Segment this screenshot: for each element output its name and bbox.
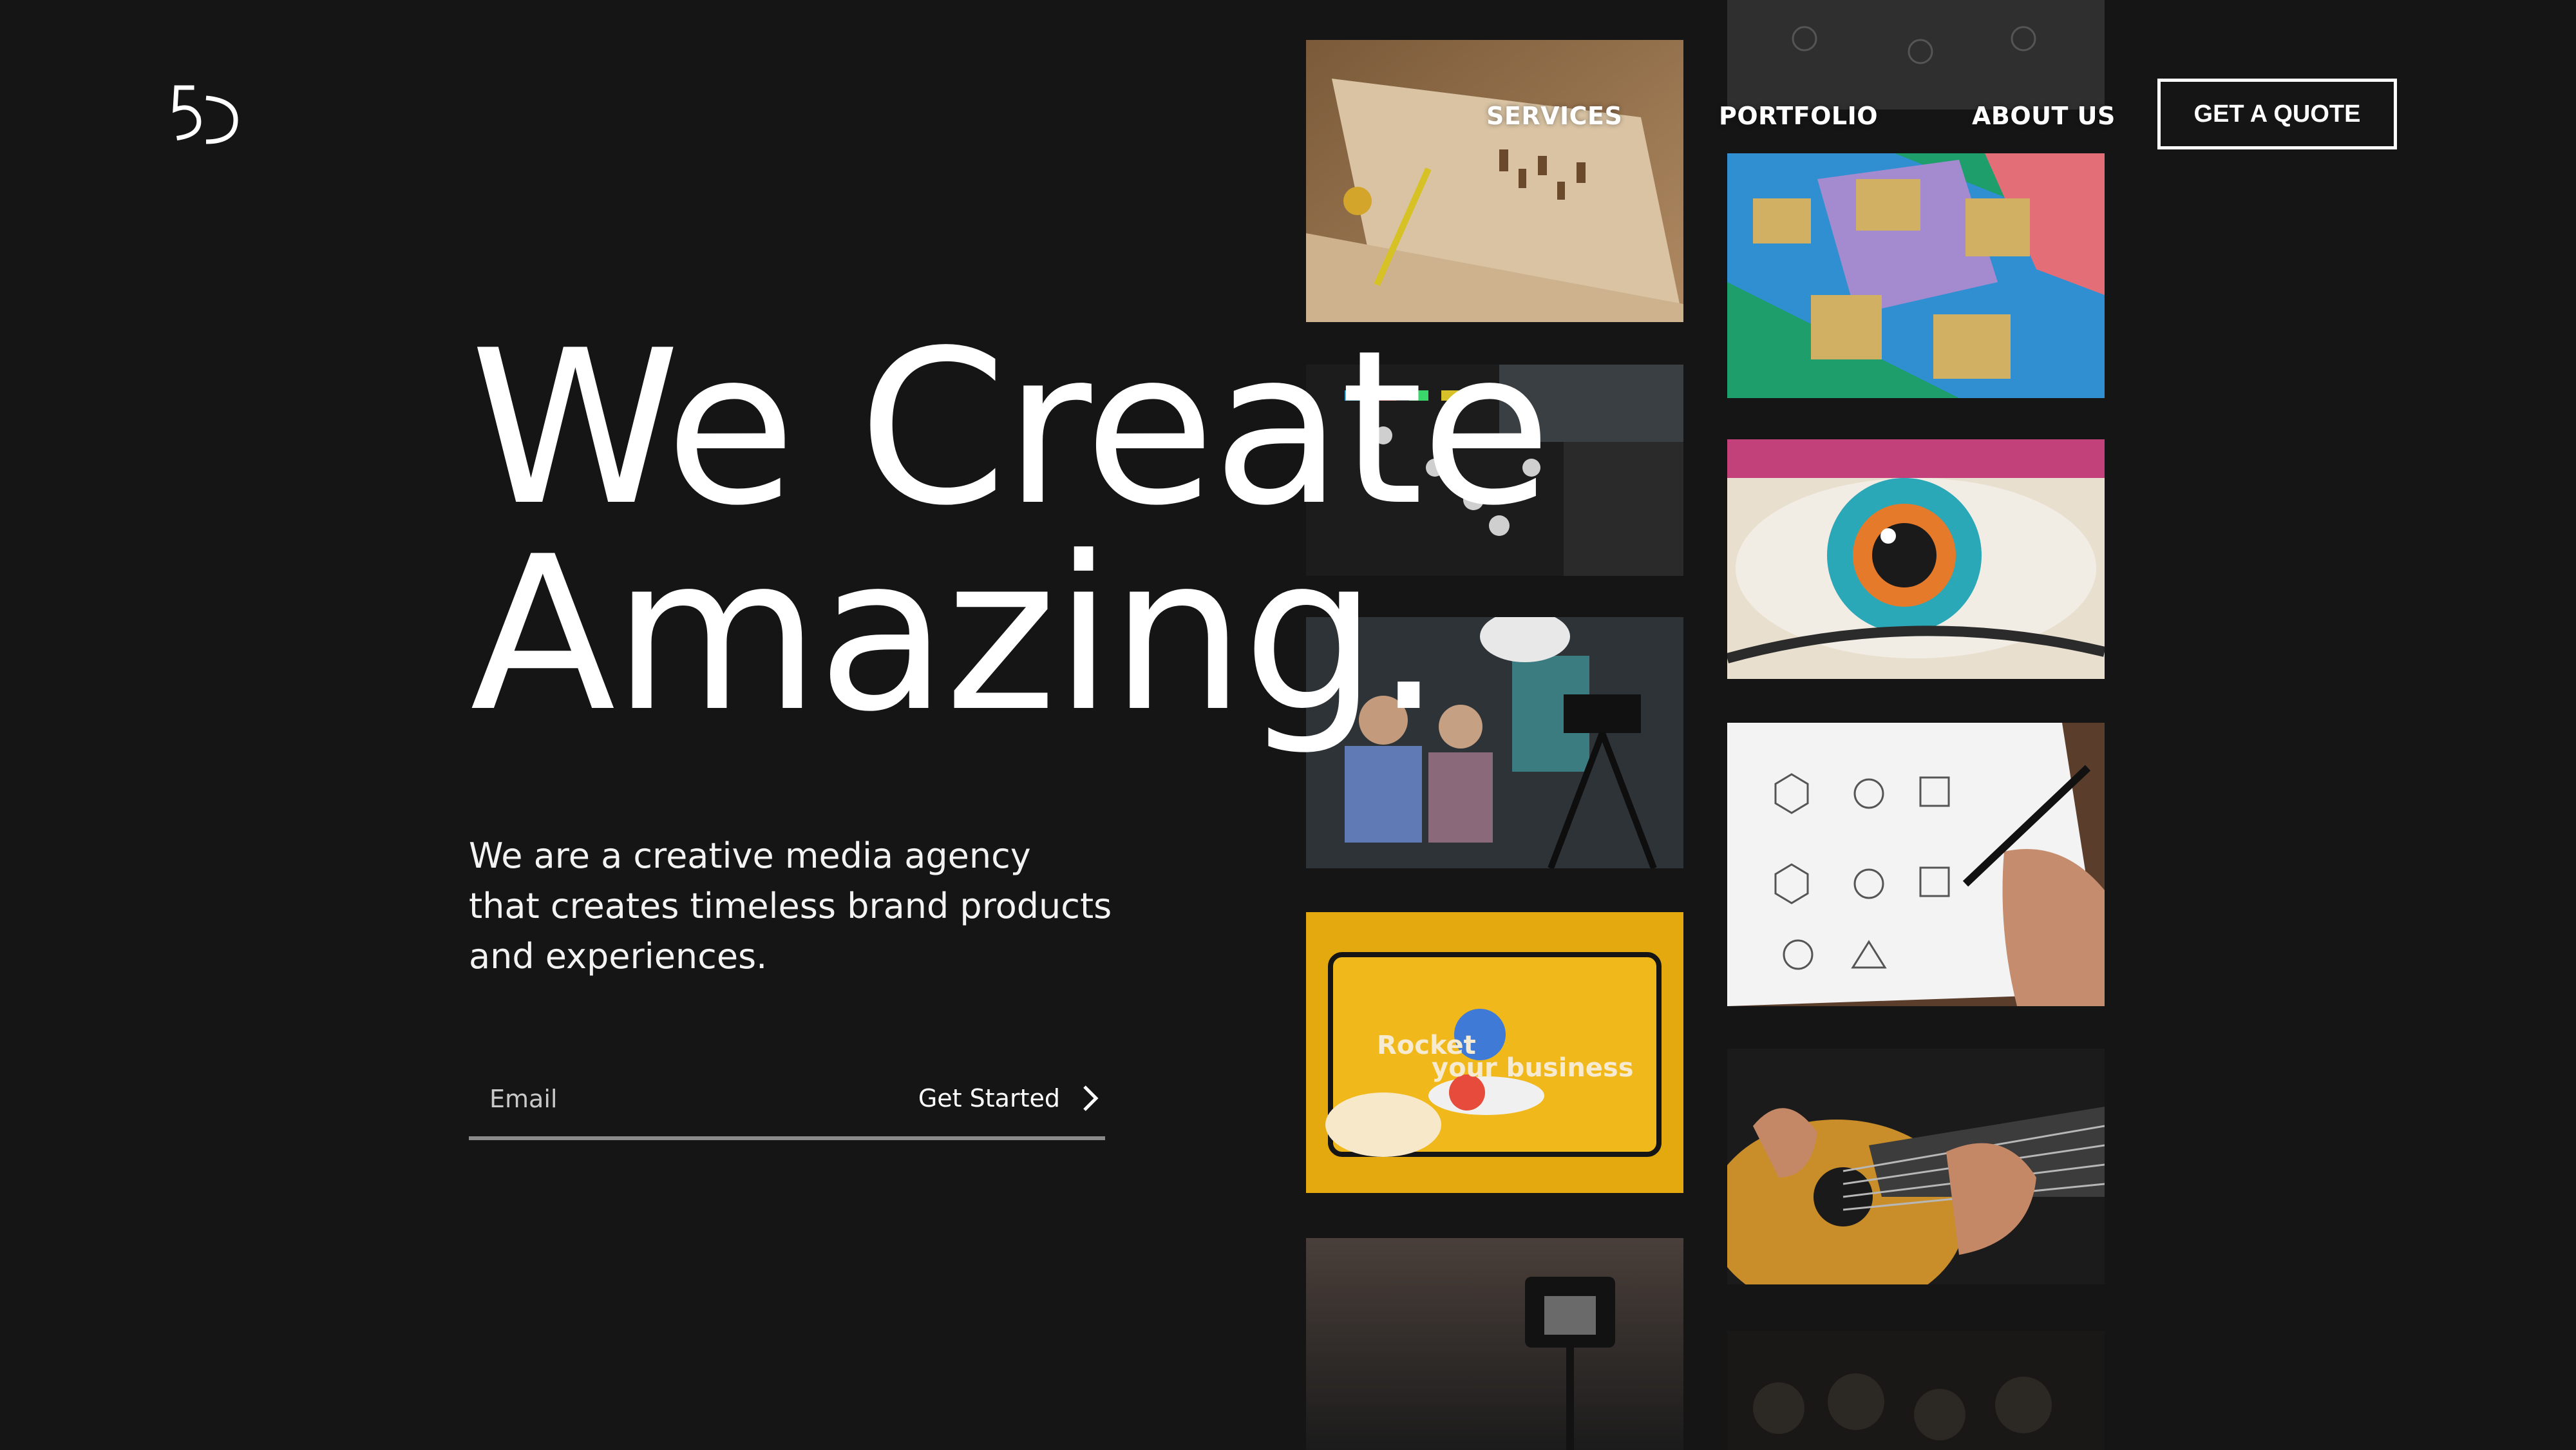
- gallery-tile-camera[interactable]: [1306, 1238, 1683, 1450]
- gallery-tile-painted-eye[interactable]: [1727, 439, 2105, 679]
- tagline-line: that creates timeless brand products: [469, 886, 1112, 926]
- gallery-tile-guitar[interactable]: [1727, 1049, 2105, 1284]
- gallery-tile-rocket-mockup[interactable]: Rocket your business: [1306, 912, 1683, 1193]
- get-started-button[interactable]: Get Started: [914, 1069, 1105, 1127]
- hero-headline-line-2: Amazing.: [470, 511, 1443, 758]
- brand-logo[interactable]: [173, 84, 240, 148]
- svg-text:your business: your business: [1432, 1053, 1634, 1083]
- gallery-tile-workbench[interactable]: [1306, 40, 1683, 322]
- hero-headline: We Create Amazing.: [470, 305, 1551, 758]
- chevron-right-icon: [1083, 1085, 1099, 1111]
- nav-services-link[interactable]: SERVICES: [1486, 102, 1622, 130]
- tagline-line: and experiences.: [469, 936, 768, 977]
- gallery-tile-boxes[interactable]: [1727, 153, 2105, 398]
- gallery-tile-crowd[interactable]: [1727, 1331, 2105, 1450]
- nav-about-link[interactable]: ABOUT US: [1972, 102, 2116, 130]
- hero-headline-line-1: We Create: [470, 305, 1551, 552]
- nav-portfolio-link[interactable]: PORTFOLIO: [1719, 102, 1878, 130]
- hero-tagline: We are a creative media agency that crea…: [469, 831, 1242, 982]
- email-signup-form: Get Started: [469, 1069, 1105, 1140]
- gallery-tile-sketches-top[interactable]: [1727, 0, 2105, 110]
- tagline-line: We are a creative media agency: [469, 835, 1031, 876]
- email-input[interactable]: [488, 1069, 851, 1129]
- get-a-quote-button[interactable]: GET A QUOTE: [2157, 79, 2397, 149]
- get-started-label: Get Started: [918, 1084, 1060, 1112]
- gallery-tile-hand-drawing[interactable]: [1727, 723, 2105, 1006]
